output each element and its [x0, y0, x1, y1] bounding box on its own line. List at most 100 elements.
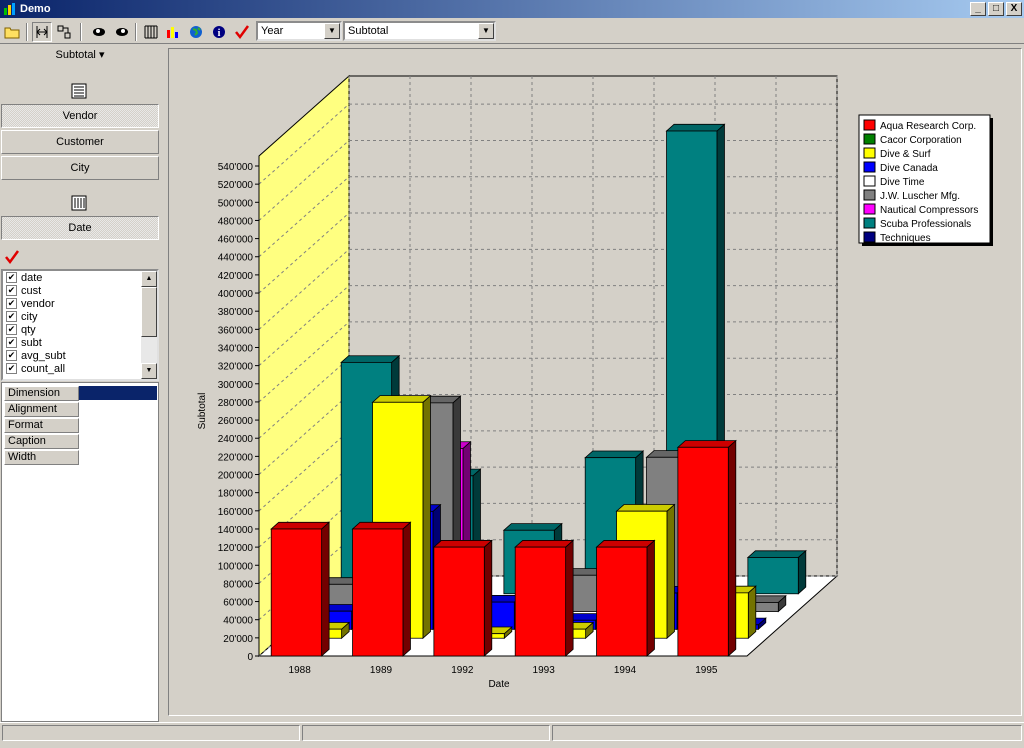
measure-dropdown[interactable]: Subtotal ▾ — [1, 48, 159, 61]
scroll-up-icon[interactable]: ▲ — [141, 271, 157, 287]
chevron-down-icon[interactable]: ▼ — [324, 23, 340, 39]
columns-icon[interactable] — [141, 22, 161, 42]
field-item[interactable]: ✔ cust — [3, 284, 157, 297]
y-tick-label: 480'000 — [218, 216, 254, 227]
legend-label: Dive Time — [880, 177, 925, 188]
bar-top — [340, 355, 401, 363]
bar-chart: 0 20'000 40'000 60'000 80'000 100'000 120'000 1… — [197, 74, 993, 690]
y-tick-label: 340'000 — [218, 343, 254, 354]
y-tick-label: 440'000 — [218, 253, 254, 264]
property-format[interactable]: Format — [4, 418, 79, 433]
app-icon — [4, 3, 15, 15]
legend-swatch — [863, 217, 876, 229]
y-tick-label: 400'000 — [218, 289, 254, 300]
property-width[interactable]: Width — [4, 450, 79, 465]
layout-icon[interactable] — [54, 22, 74, 42]
scroll-down-icon[interactable]: ▼ — [141, 363, 157, 379]
bar-side — [565, 539, 574, 657]
field-item[interactable]: ✔ vendor — [3, 297, 157, 310]
y-tick-label: 500'000 — [218, 198, 254, 209]
y-axis-label: Subtotal — [197, 393, 208, 430]
field-label: cust — [21, 284, 42, 297]
bar — [677, 446, 729, 657]
field-item[interactable]: ✔ date — [3, 271, 157, 284]
scroll-thumb[interactable] — [141, 287, 157, 337]
close-button[interactable]: X — [1006, 2, 1022, 16]
legend-swatch — [863, 175, 876, 187]
bar-top — [432, 540, 493, 548]
bar-top — [595, 540, 656, 548]
field-label: date — [21, 271, 43, 284]
maximize-button[interactable]: □ — [988, 2, 1004, 16]
legend-swatch — [863, 147, 876, 159]
y-tick-label: 100'000 — [218, 561, 254, 572]
globe-icon[interactable] — [186, 22, 206, 42]
field-checkbox[interactable]: ✔ — [6, 324, 17, 335]
bar-side — [727, 439, 737, 657]
svg-text:i: i — [218, 28, 221, 39]
y-tick-label: 320'000 — [218, 362, 254, 373]
window-title: Demo — [20, 3, 51, 15]
row-button-customer[interactable]: Customer — [1, 130, 159, 154]
bar-side — [483, 539, 493, 657]
property-dimension[interactable]: Dimension — [4, 386, 79, 401]
bar-side — [747, 585, 757, 640]
bar-top — [615, 504, 676, 512]
scrollbar[interactable]: ▲ ▼ — [141, 271, 157, 379]
field-checkbox[interactable]: ✔ — [6, 285, 17, 296]
open-folder-icon[interactable] — [2, 22, 22, 42]
field-checkbox[interactable]: ✔ — [6, 272, 17, 283]
field-item[interactable]: ✔ count_all — [3, 362, 157, 375]
bar — [596, 546, 648, 657]
y-tick-label: 240'000 — [218, 434, 254, 445]
checkmark-icon[interactable] — [232, 22, 252, 42]
field-checkbox[interactable]: ✔ — [6, 337, 17, 348]
field-checkbox[interactable]: ✔ — [6, 363, 17, 374]
checkmark-icon[interactable] — [4, 249, 20, 268]
field-checkbox[interactable]: ✔ — [6, 350, 17, 361]
y-tick-label: 520'000 — [218, 180, 254, 191]
y-tick-label: 160'000 — [218, 507, 254, 518]
bar-chart-icon[interactable] — [163, 22, 183, 42]
minimize-button[interactable]: _ — [970, 2, 986, 16]
property-alignment[interactable]: Alignment — [4, 402, 79, 417]
y-tick-label: 420'000 — [218, 271, 254, 282]
y-tick-label: 260'000 — [218, 416, 254, 427]
bar-top — [351, 521, 412, 530]
year-select[interactable]: Year ▼ — [256, 21, 342, 41]
bar-top — [270, 521, 331, 530]
property-value-dimension[interactable] — [79, 386, 157, 400]
field-checkbox[interactable]: ✔ — [6, 298, 17, 309]
bar-side — [321, 521, 330, 657]
bar-top — [502, 523, 563, 531]
bar-top — [371, 395, 432, 403]
zoom-out-icon[interactable] — [112, 22, 132, 42]
swap-axes-icon[interactable] — [32, 22, 52, 42]
zoom-in-icon[interactable] — [89, 22, 109, 42]
x-tick-label: 1989 — [370, 665, 393, 676]
field-item[interactable]: ✔ city — [3, 310, 157, 323]
field-label: vendor — [21, 297, 55, 310]
year-select-value: Year — [261, 25, 284, 37]
measure-select[interactable]: Subtotal ▼ — [343, 21, 496, 41]
legend-label: Scuba Professionals — [880, 219, 971, 230]
legend-swatch — [863, 161, 876, 173]
field-item[interactable]: ✔ qty — [3, 323, 157, 336]
x-tick-label: 1993 — [533, 665, 556, 676]
bar-side — [646, 539, 655, 657]
y-tick-label: 180'000 — [218, 489, 254, 500]
y-tick-label: 540'000 — [218, 162, 254, 173]
chevron-down-icon[interactable]: ▼ — [478, 23, 494, 39]
field-item[interactable]: ✔ avg_subt — [3, 349, 157, 362]
field-item[interactable]: ✔ subt — [3, 336, 157, 349]
field-checkbox[interactable]: ✔ — [6, 311, 17, 322]
property-caption[interactable]: Caption — [4, 434, 79, 449]
bar-top — [746, 550, 807, 558]
row-button-vendor[interactable]: Vendor — [1, 104, 159, 128]
col-button-date[interactable]: Date — [1, 216, 159, 240]
info-icon[interactable]: i — [209, 22, 229, 42]
field-label: count_all — [21, 362, 66, 375]
row-button-city[interactable]: City — [1, 156, 159, 180]
y-tick-label: 460'000 — [218, 235, 254, 246]
legend-swatch — [863, 119, 876, 131]
